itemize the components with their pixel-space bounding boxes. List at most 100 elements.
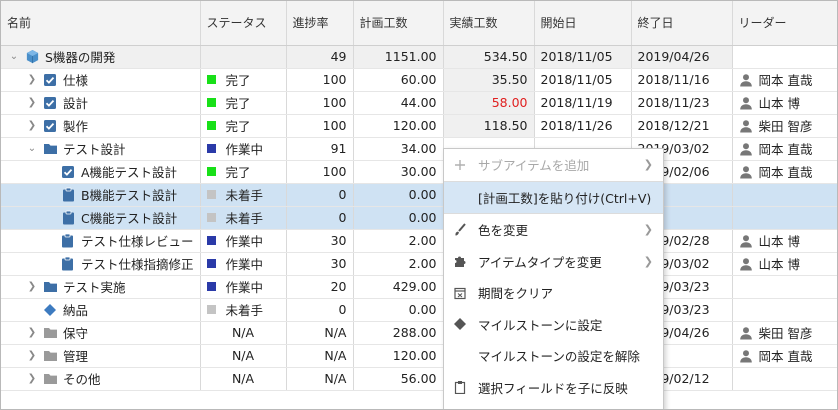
cell-name[interactable]: ❯ 設計 bbox=[1, 91, 201, 115]
cell-status[interactable]: 完了 bbox=[200, 160, 287, 184]
column-header-planned[interactable]: 計画工数 bbox=[353, 1, 444, 46]
cell-leader[interactable]: 山本 博 bbox=[732, 252, 837, 276]
chevron-right-icon[interactable]: ❯ bbox=[25, 327, 39, 338]
cell-name[interactable]: B機能テスト設計 bbox=[1, 183, 201, 207]
cell-progress[interactable]: 100 bbox=[286, 91, 354, 115]
cell-planned[interactable]: 2.00 bbox=[353, 252, 444, 276]
cell-start[interactable]: 2018/11/26 bbox=[534, 114, 632, 138]
cell-planned[interactable]: 0.00 bbox=[353, 206, 444, 230]
cell-planned[interactable]: 56.00 bbox=[353, 367, 444, 391]
cell-actual[interactable]: 58.00 bbox=[443, 91, 535, 115]
cell-start[interactable]: 2018/11/05 bbox=[534, 45, 632, 69]
cell-status[interactable]: 作業中 bbox=[200, 252, 287, 276]
cell-planned[interactable]: 30.00 bbox=[353, 160, 444, 184]
menu-item-add-subitem[interactable]: サブアイテムを追加 ❯ bbox=[444, 149, 663, 181]
column-header-name[interactable]: 名前 bbox=[1, 1, 201, 46]
table-row[interactable]: ❯ 保守 N/A N/A 288.00 2019/04/26 柴田 智彦 bbox=[1, 321, 837, 345]
cell-name[interactable]: ❯ 管理 bbox=[1, 344, 201, 368]
cell-status[interactable] bbox=[200, 45, 287, 69]
cell-leader[interactable] bbox=[732, 367, 837, 391]
cell-progress[interactable]: 100 bbox=[286, 114, 354, 138]
column-header-actual[interactable]: 実績工数 bbox=[443, 1, 535, 46]
column-header-leader[interactable]: リーダー bbox=[732, 1, 837, 46]
chevron-right-icon[interactable]: ❯ bbox=[25, 281, 39, 292]
cell-progress[interactable]: 100 bbox=[286, 68, 354, 92]
table-row[interactable]: ❯ 管理 N/A N/A 120.00 岡本 直哉 bbox=[1, 344, 837, 368]
table-row[interactable]: ❯ 仕様 完了 100 60.00 35.50 2018/11/05 2018/11/16 岡本… bbox=[1, 68, 837, 92]
cell-leader[interactable]: 柴田 智彦 bbox=[732, 114, 837, 138]
cell-end[interactable]: 2018/11/16 bbox=[631, 68, 733, 92]
cell-end[interactable]: 2018/11/23 bbox=[631, 91, 733, 115]
cell-name[interactable]: ❯ 仕様 bbox=[1, 68, 201, 92]
table-row[interactable]: C機能テスト設計未着手00.000.00 bbox=[1, 206, 837, 230]
cell-leader[interactable] bbox=[732, 275, 837, 299]
cell-status[interactable]: 未着手 bbox=[200, 183, 287, 207]
cell-progress[interactable]: 0 bbox=[286, 206, 354, 230]
cell-progress[interactable]: 30 bbox=[286, 229, 354, 253]
table-row[interactable]: ❯ 設計 完了 100 44.00 58.00 2018/11/19 2018/11/23 山本… bbox=[1, 91, 837, 115]
cell-status[interactable]: 作業中 bbox=[200, 275, 287, 299]
chevron-right-icon[interactable]: ❯ bbox=[25, 74, 39, 85]
cell-leader[interactable]: 岡本 直哉 bbox=[732, 137, 837, 161]
cell-leader[interactable]: 岡本 直哉 bbox=[732, 68, 837, 92]
cell-progress[interactable]: 0 bbox=[286, 298, 354, 322]
cell-progress[interactable]: N/A bbox=[286, 344, 354, 368]
cell-planned[interactable]: 429.00 bbox=[353, 275, 444, 299]
cell-progress[interactable]: 30 bbox=[286, 252, 354, 276]
column-header-progress[interactable]: 進捗率 bbox=[286, 1, 354, 46]
chevron-right-icon[interactable]: ❯ bbox=[25, 373, 39, 384]
table-row[interactable]: 納品 未着手 0 0.00 2019/03/23 bbox=[1, 298, 837, 322]
menu-item-unset-milestone[interactable]: マイルストーンの設定を解除 bbox=[444, 340, 663, 372]
cell-start[interactable]: 2018/11/05 bbox=[534, 68, 632, 92]
cell-status[interactable]: 未着手 bbox=[200, 298, 287, 322]
cell-status[interactable]: N/A bbox=[200, 344, 287, 368]
table-row[interactable]: テスト仕様レビュー 作業中 30 2.00 2019/02/28 山本 博 bbox=[1, 229, 837, 253]
cell-end[interactable]: 2019/04/26 bbox=[631, 45, 733, 69]
cell-name[interactable]: ❯ 保守 bbox=[1, 321, 201, 345]
cell-name[interactable]: ⌄ テスト設計 bbox=[1, 137, 201, 161]
menu-item-paste-planned[interactable]: [計画工数]を貼り付け(Ctrl+V) bbox=[444, 181, 663, 213]
cell-leader[interactable]: 柴田 智彦 bbox=[732, 321, 837, 345]
cell-planned[interactable]: 288.00 bbox=[353, 321, 444, 345]
menu-item-change-type[interactable]: アイテムタイプを変更 ❯ bbox=[444, 246, 663, 278]
cell-progress[interactable]: 20 bbox=[286, 275, 354, 299]
cell-end[interactable]: 2018/12/21 bbox=[631, 114, 733, 138]
cell-name[interactable]: テスト仕様レビュー bbox=[1, 229, 201, 253]
cell-progress[interactable]: 91 bbox=[286, 137, 354, 161]
cell-actual[interactable]: 534.50 bbox=[443, 45, 535, 69]
cell-leader[interactable]: 山本 博 bbox=[732, 91, 837, 115]
table-row[interactable]: A機能テスト設計 完了 100 30.00 2019/02/06 岡本 直哉 bbox=[1, 160, 837, 184]
cell-status[interactable]: 完了 bbox=[200, 114, 287, 138]
cell-leader[interactable]: 山本 博 bbox=[732, 229, 837, 253]
column-header-status[interactable]: ステータス bbox=[200, 1, 287, 46]
cell-planned[interactable]: 1151.00 bbox=[353, 45, 444, 69]
cell-planned[interactable]: 0.00 bbox=[353, 298, 444, 322]
chevron-down-icon[interactable]: ⌄ bbox=[7, 51, 21, 62]
cell-status[interactable]: 作業中 bbox=[200, 137, 287, 161]
table-row[interactable]: ❯ その他 N/A N/A 56.00 2019/02/12 bbox=[1, 367, 837, 391]
table-row[interactable]: B機能テスト設計未着手00.000.00 bbox=[1, 183, 837, 207]
cell-progress[interactable]: 0 bbox=[286, 183, 354, 207]
cell-name[interactable]: A機能テスト設計 bbox=[1, 160, 201, 184]
cell-status[interactable]: 未着手 bbox=[200, 206, 287, 230]
menu-item-reflect-fields[interactable]: 選択フィールドを子に反映 bbox=[444, 372, 663, 404]
table-row[interactable]: ⌄ S機器の開発 49 1151.00 534.50 2018/11/05 2019/04/… bbox=[1, 45, 837, 69]
cell-planned[interactable]: 60.00 bbox=[353, 68, 444, 92]
cell-planned[interactable]: 34.00 bbox=[353, 137, 444, 161]
cell-planned[interactable]: 44.00 bbox=[353, 91, 444, 115]
cell-actual[interactable]: 118.50 bbox=[443, 114, 535, 138]
cell-name[interactable]: ❯ 製作 bbox=[1, 114, 201, 138]
chevron-right-icon[interactable]: ❯ bbox=[25, 350, 39, 361]
cell-progress[interactable]: N/A bbox=[286, 367, 354, 391]
cell-progress[interactable]: N/A bbox=[286, 321, 354, 345]
cell-status[interactable]: 作業中 bbox=[200, 229, 287, 253]
table-row[interactable]: ❯ テスト実施 作業中 20 429.00 2019/03/23 bbox=[1, 275, 837, 299]
cell-leader[interactable] bbox=[732, 298, 837, 322]
cell-leader[interactable]: 岡本 直哉 bbox=[732, 344, 837, 368]
cell-status[interactable]: N/A bbox=[200, 321, 287, 345]
column-header-end[interactable]: 終了日 bbox=[631, 1, 733, 46]
cell-progress[interactable]: 49 bbox=[286, 45, 354, 69]
column-header-start[interactable]: 開始日 bbox=[534, 1, 632, 46]
cell-planned[interactable]: 120.00 bbox=[353, 344, 444, 368]
cell-planned[interactable]: 0.00 bbox=[353, 183, 444, 207]
